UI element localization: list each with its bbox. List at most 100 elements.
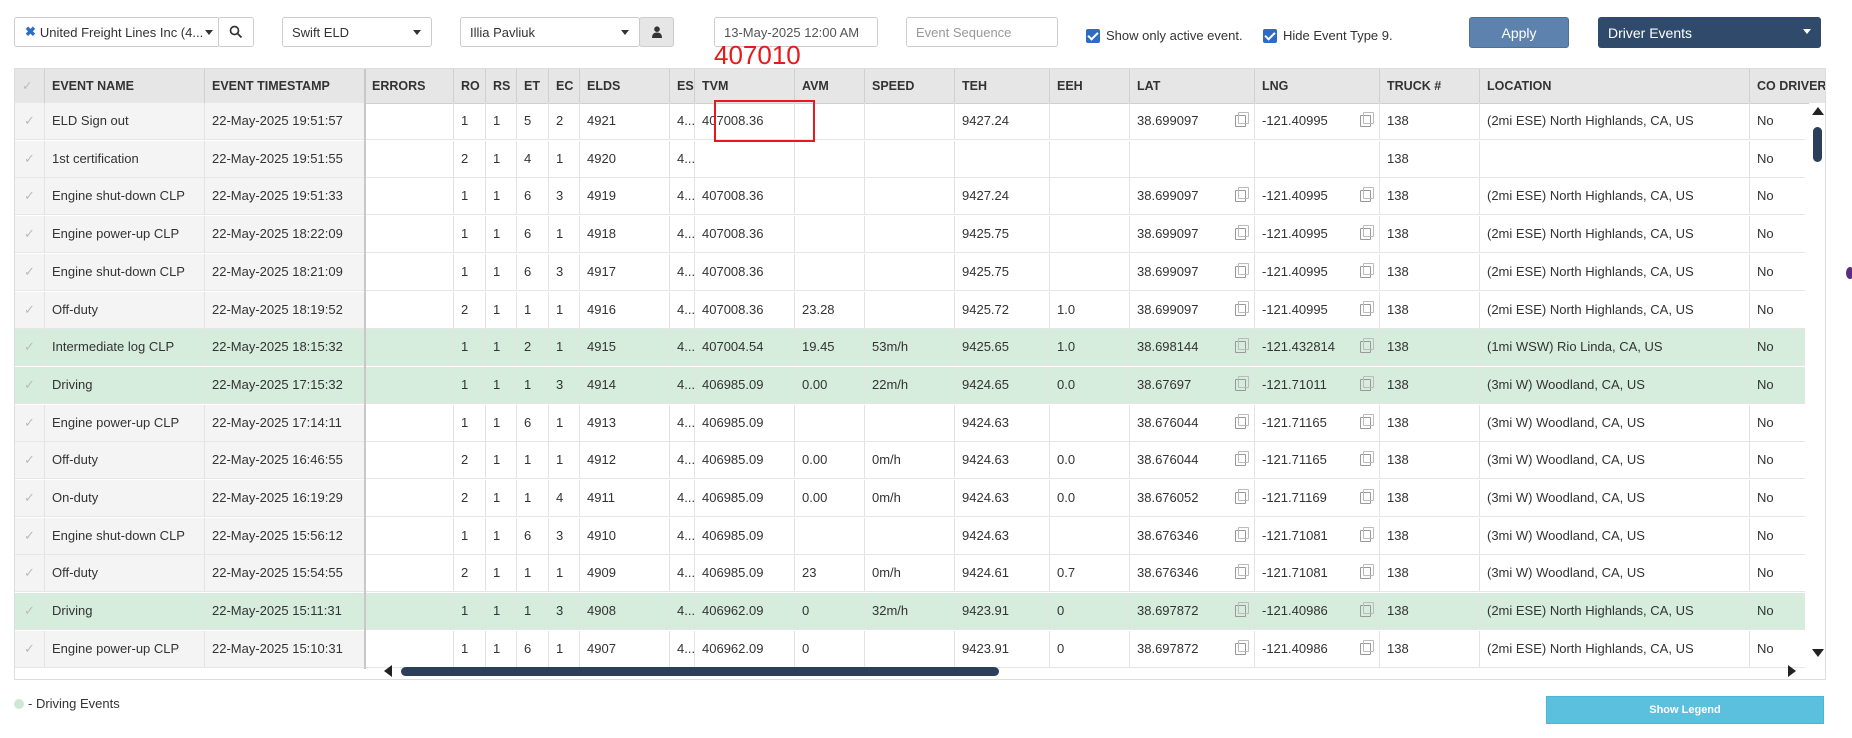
scroll-up-icon[interactable] <box>1812 107 1824 115</box>
events-type-dropdown[interactable]: Driver Events <box>1598 17 1821 48</box>
hide-event-type-checkbox[interactable]: Hide Event Type 9. <box>1263 28 1393 43</box>
row-check-icon[interactable]: ✓ <box>15 404 45 441</box>
scroll-right-icon[interactable] <box>1788 665 1796 677</box>
driver-profile-button[interactable] <box>639 17 674 47</box>
copy-icon[interactable] <box>1360 564 1374 580</box>
horizontal-scroll-thumb[interactable] <box>401 667 999 676</box>
cell-lat: 38.697872 <box>1130 630 1255 667</box>
table-row[interactable]: ✓ ELD Sign out 22-May-2025 19:51:57 1 1 5 2 492… <box>15 103 1805 140</box>
column-header-ts[interactable]: EVENT TIMESTAMP <box>205 69 365 103</box>
column-header-avm[interactable]: AVM <box>795 69 865 103</box>
copy-icon[interactable] <box>1235 564 1249 580</box>
table-row[interactable]: ✓ 1st certification 22-May-2025 19:51:55 2 1… <box>15 140 1805 178</box>
column-header-teh[interactable]: TEH <box>955 69 1050 103</box>
column-header-ec[interactable]: EC <box>549 69 580 103</box>
table-row[interactable]: ✓ Engine shut-down CLP 22-May-2025 19:51:3… <box>15 178 1805 216</box>
company-select[interactable]: ✖ United Freight Lines Inc (4... <box>14 17 220 47</box>
column-header-lng[interactable]: LNG <box>1255 69 1380 103</box>
row-check-icon[interactable]: ✓ <box>15 480 45 516</box>
copy-icon[interactable] <box>1360 262 1374 278</box>
select-all-header[interactable]: ✓ <box>15 69 45 103</box>
column-header-et[interactable]: ET <box>517 69 549 103</box>
copy-icon[interactable] <box>1360 338 1374 354</box>
table-row[interactable]: ✓ Off-duty 22-May-2025 15:54:55 2 1 1 1 4909 4..… <box>15 555 1805 593</box>
driver-select[interactable]: Illia Pavliuk <box>460 17 640 47</box>
row-check-icon[interactable]: ✓ <box>15 140 45 177</box>
column-header-elds[interactable]: ELDS <box>580 69 670 103</box>
row-check-icon[interactable]: ✓ <box>15 442 45 479</box>
table-row[interactable]: ✓ Intermediate log CLP 22-May-2025 18:15:3… <box>15 329 1805 367</box>
column-header-lat[interactable]: LAT <box>1130 69 1255 103</box>
copy-icon[interactable] <box>1360 112 1374 127</box>
row-check-icon[interactable]: ✓ <box>15 630 45 667</box>
column-header-ro[interactable]: RO <box>454 69 486 103</box>
eld-select[interactable]: Swift ELD <box>282 17 432 47</box>
column-header-co[interactable]: CO DRIVER <box>1750 69 1825 103</box>
copy-icon[interactable] <box>1360 602 1374 618</box>
show-only-active-checkbox[interactable]: Show only active event. <box>1086 28 1243 43</box>
copy-icon[interactable] <box>1235 187 1249 203</box>
table-row[interactable]: ✓ Engine power-up CLP 22-May-2025 18:22:09… <box>15 216 1805 254</box>
scroll-down-icon[interactable] <box>1812 649 1824 657</box>
row-check-icon[interactable]: ✓ <box>15 291 45 328</box>
copy-icon[interactable] <box>1360 639 1374 655</box>
table-row[interactable]: ✓ Off-duty 22-May-2025 18:19:52 2 1 1 1 4916 4..… <box>15 291 1805 329</box>
copy-icon[interactable] <box>1235 112 1249 127</box>
column-header-name[interactable]: EVENT NAME <box>45 69 205 103</box>
table-row[interactable]: ✓ Engine power-up CLP 22-May-2025 17:14:11… <box>15 404 1805 442</box>
vertical-scrollbar[interactable] <box>1809 103 1825 669</box>
table-row[interactable]: ✓ Driving 22-May-2025 15:11:31 1 1 1 3 4908 4...… <box>15 593 1805 631</box>
apply-button[interactable]: Apply <box>1469 17 1569 48</box>
driving-legend-label: - Driving Events <box>28 696 120 711</box>
table-row[interactable]: ✓ Engine shut-down CLP 22-May-2025 15:56:1… <box>15 517 1805 555</box>
table-row[interactable]: ✓ Engine shut-down CLP 22-May-2025 18:21:0… <box>15 253 1805 291</box>
row-check-icon[interactable]: ✓ <box>15 253 45 290</box>
horizontal-scrollbar[interactable] <box>371 663 1809 679</box>
copy-icon[interactable] <box>1235 338 1249 354</box>
copy-icon[interactable] <box>1235 375 1249 391</box>
row-check-icon[interactable]: ✓ <box>15 555 45 592</box>
table-row[interactable]: ✓ On-duty 22-May-2025 16:19:29 2 1 1 4 4911 4...… <box>15 480 1805 517</box>
copy-icon[interactable] <box>1360 489 1374 504</box>
row-check-icon[interactable]: ✓ <box>15 178 45 215</box>
copy-icon[interactable] <box>1360 526 1374 542</box>
copy-icon[interactable] <box>1235 602 1249 618</box>
copy-icon[interactable] <box>1360 375 1374 391</box>
row-check-icon[interactable]: ✓ <box>15 366 45 403</box>
column-header-tvm[interactable]: TVM <box>695 69 795 103</box>
copy-icon[interactable] <box>1360 187 1374 203</box>
column-header-loc[interactable]: LOCATION <box>1480 69 1750 103</box>
row-check-icon[interactable]: ✓ <box>15 216 45 253</box>
row-check-icon[interactable]: ✓ <box>15 517 45 554</box>
column-header-rs[interactable]: RS <box>486 69 517 103</box>
copy-icon[interactable] <box>1235 225 1249 241</box>
copy-icon[interactable] <box>1235 413 1249 429</box>
copy-icon[interactable] <box>1235 489 1249 504</box>
copy-icon[interactable] <box>1235 639 1249 655</box>
row-check-icon[interactable]: ✓ <box>15 593 45 630</box>
column-header-es[interactable]: ES <box>670 69 695 103</box>
copy-icon[interactable] <box>1235 300 1249 316</box>
search-button[interactable] <box>218 17 254 47</box>
copy-icon[interactable] <box>1235 262 1249 278</box>
copy-icon[interactable] <box>1235 526 1249 542</box>
copy-icon[interactable] <box>1360 300 1374 316</box>
clear-icon[interactable]: ✖ <box>15 24 36 40</box>
show-legend-button[interactable]: Show Legend <box>1546 696 1824 724</box>
column-header-truck[interactable]: TRUCK # <box>1380 69 1480 103</box>
row-check-icon[interactable]: ✓ <box>15 329 45 366</box>
cell-es: 4... <box>670 291 695 328</box>
column-header-eeh[interactable]: EEH <box>1050 69 1130 103</box>
copy-icon[interactable] <box>1360 413 1374 429</box>
table-row[interactable]: ✓ Driving 22-May-2025 17:15:32 1 1 1 3 4914 4...… <box>15 366 1805 404</box>
vertical-scroll-thumb[interactable] <box>1813 127 1822 162</box>
event-sequence-input[interactable]: Event Sequence <box>906 17 1058 47</box>
copy-icon[interactable] <box>1360 451 1374 467</box>
column-header-speed[interactable]: SPEED <box>865 69 955 103</box>
copy-icon[interactable] <box>1235 451 1249 467</box>
copy-icon[interactable] <box>1360 225 1374 241</box>
table-row[interactable]: ✓ Off-duty 22-May-2025 16:46:55 2 1 1 1 4912 4..… <box>15 442 1805 480</box>
scroll-left-icon[interactable] <box>384 665 392 677</box>
row-check-icon[interactable]: ✓ <box>15 103 45 139</box>
column-header-errors[interactable]: ERRORS <box>365 69 454 103</box>
